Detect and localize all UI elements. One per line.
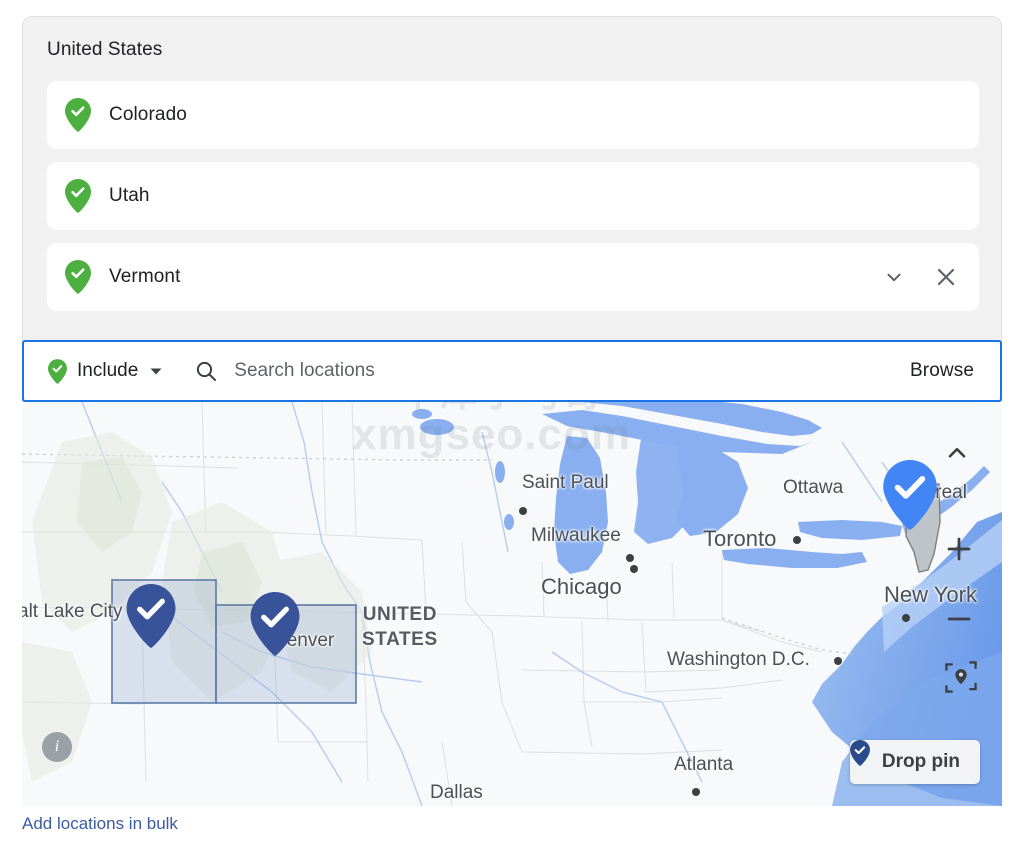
green-check-pin-icon [47,98,109,132]
city-dot [630,565,638,573]
city-dot [519,507,527,515]
green-check-pin-icon [47,260,109,294]
map-canvas[interactable]: Saint Paul Milwaukee Chicago Toronto Ott… [22,402,1002,806]
caret-down-icon[interactable] [148,363,164,379]
add-locations-in-bulk-link[interactable]: Add locations in bulk [22,814,178,834]
city-dot [834,657,842,665]
city-dot [692,788,700,796]
list-item-label: Vermont [109,266,181,287]
list-item[interactable]: Colorado [47,81,979,149]
list-item-actions [879,243,961,311]
selected-locations-list: Colorado Utah Vermont [47,81,979,324]
search-input[interactable]: Search locations [234,360,374,382]
search-field-group[interactable]: Search locations [194,359,910,383]
location-search-bar[interactable]: Include Search locations Browse [22,340,1002,402]
info-icon[interactable]: i [42,732,72,762]
drop-pin-button[interactable]: Drop pin [849,740,980,784]
green-check-pin-icon [48,358,67,384]
chevron-up-icon[interactable] [944,440,990,480]
green-check-pin-icon [47,179,109,213]
include-label: Include [77,360,139,381]
city-dot [793,536,801,544]
locate-pin-icon[interactable] [944,660,990,708]
minus-icon[interactable] [944,604,990,648]
close-icon[interactable] [931,262,961,292]
plus-icon[interactable] [944,534,990,578]
drop-pin-label: Drop pin [881,751,960,772]
city-dot [902,614,910,622]
search-icon [194,359,218,383]
list-item[interactable]: Utah [47,162,979,230]
list-item-label: Colorado [109,104,187,125]
country-title: United States [47,39,163,60]
city-dot [626,554,634,562]
browse-button[interactable]: Browse [910,360,974,382]
list-item[interactable]: Vermont [47,243,979,311]
list-item-label: Utah [109,185,150,206]
chevron-down-icon[interactable] [879,262,909,292]
include-exclude-selector[interactable]: Include [24,358,164,384]
